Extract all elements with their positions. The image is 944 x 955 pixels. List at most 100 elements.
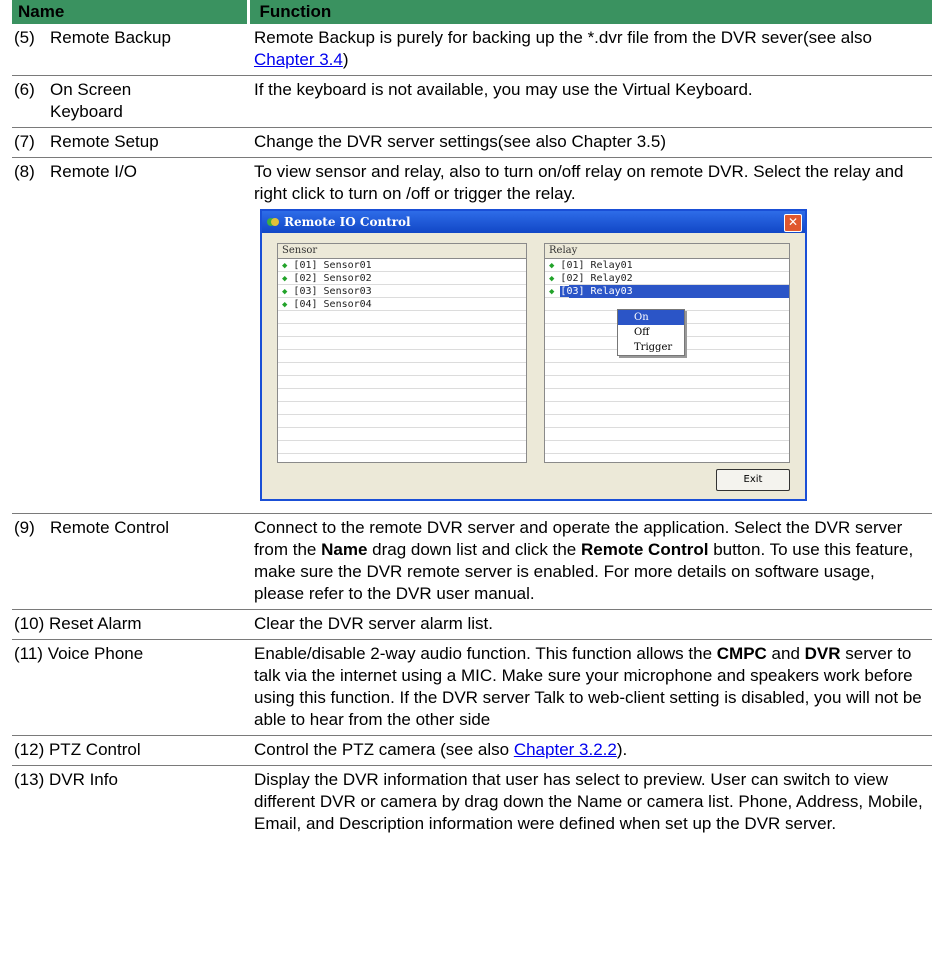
row-name-line2: Keyboard <box>50 102 123 121</box>
row-function-cell: Connect to the remote DVR server and ope… <box>248 513 932 610</box>
row-number: (6) <box>14 80 35 99</box>
row-function-text: and <box>766 644 805 663</box>
remote-io-control-dialog: Remote IO Control ✕ Sensor ◆ [01] Sensor0… <box>260 209 807 501</box>
row-function-text-end: ) <box>342 50 349 69</box>
header-function: Function <box>246 0 932 24</box>
row-name-cell: (9) Remote Control <box>12 513 248 610</box>
sensor-label: [02] Sensor02 <box>293 273 372 284</box>
row-name: Remote Backup <box>50 28 171 47</box>
sensor-item[interactable]: ◆ [04] Sensor04 <box>278 298 526 311</box>
menu-item-trigger[interactable]: Trigger <box>618 340 684 355</box>
status-dot-icon: ◆ <box>282 287 288 297</box>
close-icon[interactable]: ✕ <box>784 214 802 232</box>
row-function-cell: Clear the DVR server alarm list. <box>248 609 932 640</box>
bold-term: DVR <box>804 644 841 663</box>
table-row: (5) Remote Backup Remote Backup is purely… <box>12 24 932 76</box>
app-icon <box>267 218 279 226</box>
row-name: PTZ Control <box>48 740 141 759</box>
table-row: (12) PTZ Control Control the PTZ camera … <box>12 735 932 766</box>
status-dot-icon: ◆ <box>282 261 288 271</box>
bold-term: CMPC <box>716 644 767 663</box>
sensor-item[interactable]: ◆ [01] Sensor01 <box>278 259 526 272</box>
row-function-cell: Remote Backup is purely for backing up t… <box>248 24 932 76</box>
row-name: Remote I/O <box>50 162 137 181</box>
row-name-cell: (5) Remote Backup <box>12 24 248 76</box>
row-function-text: To view sensor and relay, also to turn o… <box>254 162 904 203</box>
bold-term: Remote Control <box>580 540 709 559</box>
row-function-text: Change the DVR server settings(see also … <box>254 132 666 151</box>
relay-item[interactable]: ◆ [01] Relay01 <box>545 259 789 272</box>
row-number: (10) <box>14 614 45 633</box>
dialog-title: Remote IO Control <box>284 215 411 229</box>
sensor-label: [03] Sensor03 <box>293 286 372 297</box>
sensor-label: [04] Sensor04 <box>293 299 372 310</box>
row-name: DVR Info <box>48 770 118 789</box>
row-number: (8) <box>14 162 35 181</box>
row-function-cell: Display the DVR information that user ha… <box>248 766 932 840</box>
row-number: (9) <box>14 518 35 537</box>
row-function-text: Display the DVR information that user ha… <box>254 770 923 833</box>
relay-item-selected[interactable]: ◆ [03] Relay03 <box>545 285 789 298</box>
exit-button[interactable]: Exit <box>716 469 790 491</box>
row-name-cell: (10) Reset Alarm <box>12 609 248 640</box>
row-name-cell: (8) Remote I/O <box>12 157 248 514</box>
row-number: (11) <box>14 644 43 663</box>
status-dot-icon: ◆ <box>282 300 288 310</box>
row-name: Reset Alarm <box>48 614 142 633</box>
row-name-cell: (11) Voice Phone <box>12 639 248 736</box>
row-name: On Screen <box>50 80 132 99</box>
table-row: (8) Remote I/O To view sensor and relay, … <box>12 157 932 514</box>
bold-term: Name <box>321 540 368 559</box>
table-row: (11) Voice Phone Enable/disable 2-way au… <box>12 639 932 736</box>
row-function-text: Enable/disable 2-way audio function. Thi… <box>254 644 717 663</box>
row-function-cell: Control the PTZ camera (see also Chapter… <box>248 735 932 766</box>
row-function-text: Remote Backup is purely for backing up t… <box>254 28 872 47</box>
row-number: (13) <box>14 770 45 789</box>
status-dot-icon: ◆ <box>549 261 555 271</box>
relay-label: [01] Relay01 <box>560 260 633 271</box>
sensor-item[interactable]: ◆ [02] Sensor02 <box>278 272 526 285</box>
row-function-cell: To view sensor and relay, also to turn o… <box>248 157 932 514</box>
chapter-link[interactable]: Chapter 3.4 <box>254 50 343 69</box>
row-name-cell: (6) On Screen Keyboard <box>12 75 248 128</box>
row-function-text: If the keyboard is not available, you ma… <box>254 80 753 99</box>
table-row: (13) DVR Info Display the DVR informatio… <box>12 766 932 840</box>
row-function-text: Control the PTZ camera (see also <box>254 740 514 759</box>
row-function-text: drag down list and click the <box>367 540 581 559</box>
dialog-title-bar: Remote IO Control <box>262 211 805 233</box>
row-function-cell: If the keyboard is not available, you ma… <box>248 75 932 128</box>
row-name: Voice Phone <box>47 644 144 663</box>
relay-label: [02] Relay02 <box>560 273 633 284</box>
sensor-label: [01] Sensor01 <box>293 260 372 271</box>
row-name: Remote Control <box>50 518 170 537</box>
sensor-item[interactable]: ◆ [03] Sensor03 <box>278 285 526 298</box>
menu-item-off[interactable]: Off <box>618 325 684 340</box>
relay-item[interactable]: ◆ [02] Relay02 <box>545 272 789 285</box>
row-function-cell: Change the DVR server settings(see also … <box>248 127 932 158</box>
menu-item-on[interactable]: On <box>618 310 684 325</box>
table-row: (6) On Screen Keyboard If the keyboard is … <box>12 75 932 128</box>
table-row: (7) Remote Setup Change the DVR server se… <box>12 127 932 158</box>
sensor-list-header: Sensor <box>278 244 526 259</box>
row-function-cell: Enable/disable 2-way audio function. Thi… <box>248 639 932 736</box>
status-dot-icon: ◆ <box>549 287 555 297</box>
header-name: Name <box>18 2 65 21</box>
row-number: (5) <box>14 28 35 47</box>
table-header-row: Name Function <box>12 0 932 24</box>
row-name: Remote Setup <box>50 132 159 151</box>
table-row: (9) Remote Control Connect to the remote … <box>12 513 932 610</box>
row-function-text-end: ). <box>616 740 628 759</box>
row-name-cell: (13) DVR Info <box>12 766 248 840</box>
function-table: Name Function (5) Remote Backup Remote Ba… <box>12 0 932 839</box>
relay-label: [03] Relay03 <box>560 286 633 297</box>
status-dot-icon: ◆ <box>549 274 555 284</box>
row-number: (12) <box>14 740 45 759</box>
relay-list-header: Relay <box>545 244 789 259</box>
relay-list-body: ◆ [01] Relay01 ◆ [02] Relay02 ◆ [03] Relay0… <box>545 259 789 462</box>
table-row: (10) Reset Alarm Clear the DVR server al… <box>12 609 932 640</box>
sensor-list[interactable]: Sensor ◆ [01] Sensor01 ◆ [02] Sensor02 ◆ [0… <box>277 243 527 463</box>
chapter-link[interactable]: Chapter 3.2.2 <box>514 740 617 759</box>
row-name-cell: (12) PTZ Control <box>12 735 248 766</box>
relay-context-menu: On Off Trigger <box>617 309 685 356</box>
row-function-text: Clear the DVR server alarm list. <box>254 614 494 633</box>
